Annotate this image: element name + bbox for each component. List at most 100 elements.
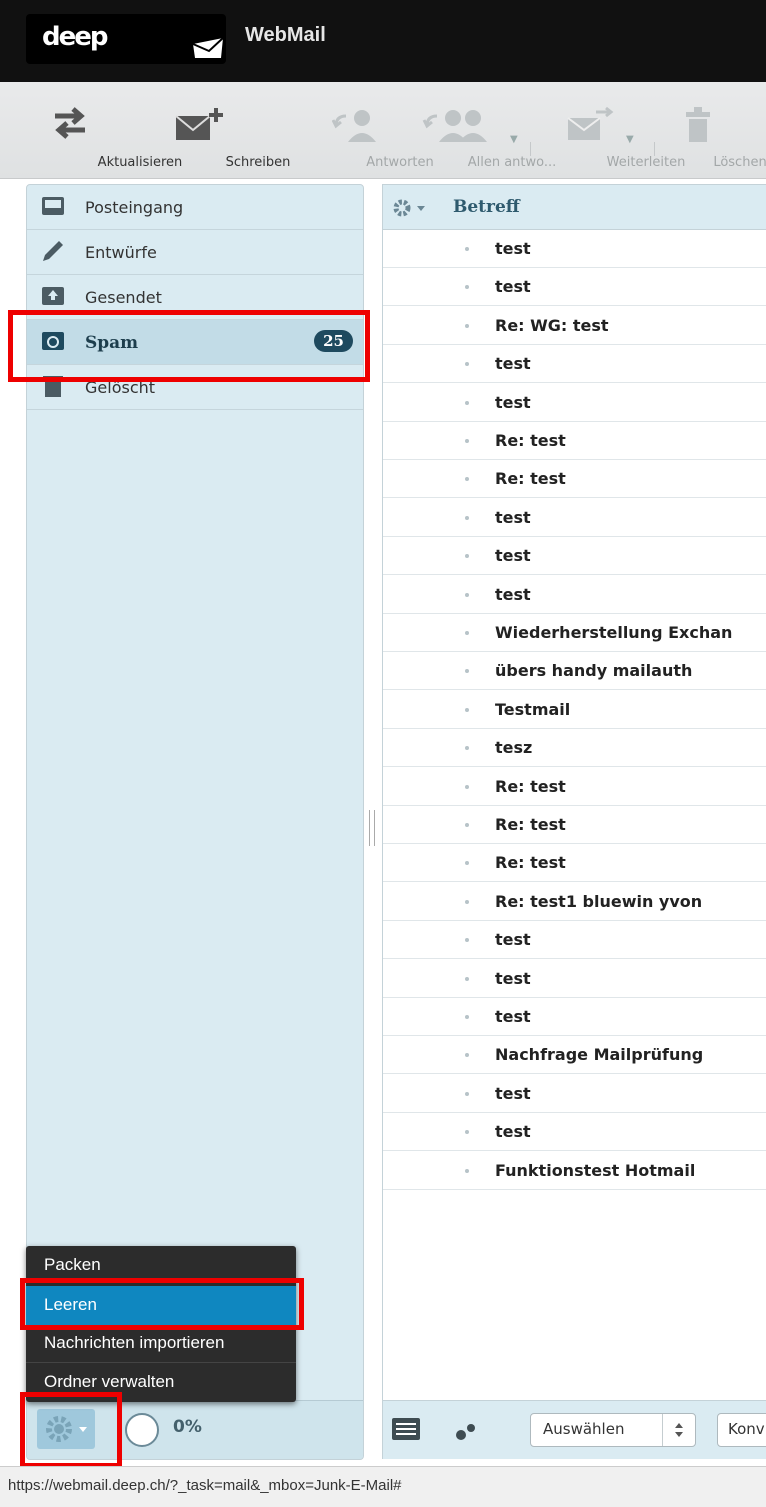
message-row[interactable]: test xyxy=(383,960,766,998)
select-dropdown[interactable]: Auswählen xyxy=(530,1413,696,1447)
delete-button[interactable]: Löschen xyxy=(656,82,766,178)
message-subject: Re: test xyxy=(495,815,566,834)
message-subject: tesz xyxy=(495,738,533,758)
message-subject: test xyxy=(495,1083,531,1103)
threads-label: Konv xyxy=(728,1420,765,1438)
message-subject: übers handy mailauth xyxy=(495,661,693,681)
pane-splitter[interactable] xyxy=(369,810,375,846)
message-row[interactable]: Re: test xyxy=(383,844,766,883)
threads-icon[interactable] xyxy=(451,1419,481,1443)
list-options-gear-icon[interactable] xyxy=(391,197,437,219)
browser-status-bar: https://webmail.deep.ch/?_task=mail&_mbo… xyxy=(0,1466,766,1507)
message-row[interactable]: Re: test1 bluewin yvon xyxy=(383,883,766,921)
message-row[interactable]: Nachfrage Mailprüfung xyxy=(383,1036,766,1075)
message-subject: test xyxy=(495,546,531,566)
unread-dot-icon xyxy=(465,631,469,635)
unread-dot-icon xyxy=(465,439,469,443)
compose-button[interactable]: Schreiben xyxy=(140,82,290,178)
quota-pie-icon xyxy=(125,1413,159,1447)
message-row[interactable]: test xyxy=(383,921,766,960)
toolbar: Aktualisieren Schreiben Antworten Allen … xyxy=(0,82,766,179)
sent-icon xyxy=(42,287,64,305)
unread-dot-icon xyxy=(465,861,469,866)
compose-envelope-icon xyxy=(175,108,223,140)
highlight-box-gear xyxy=(20,1392,122,1468)
list-view-icon[interactable] xyxy=(391,1417,421,1441)
message-subject: Testmail xyxy=(495,699,571,719)
folder-drafts[interactable]: Entwürfe xyxy=(27,230,363,275)
reply-all-dropdown-icon[interactable]: ▼ xyxy=(510,134,518,145)
deep-logo[interactable]: deep xyxy=(26,14,226,64)
unread-dot-icon xyxy=(465,477,469,482)
message-subject: Re: test xyxy=(495,431,566,450)
column-subject[interactable]: Betreff xyxy=(453,197,520,217)
reply-button[interactable]: Antworten xyxy=(310,82,434,178)
updown-arrows-icon xyxy=(662,1414,695,1446)
message-subject: Funktionstest Hotmail xyxy=(495,1160,696,1180)
list-header: Betreff xyxy=(383,185,766,230)
threads-dropdown[interactable]: Konv xyxy=(717,1413,766,1447)
pencil-icon xyxy=(43,241,63,261)
unread-dot-icon xyxy=(465,938,469,943)
unread-dot-icon xyxy=(465,323,469,328)
message-row[interactable]: Funktionstest Hotmail xyxy=(383,1152,766,1190)
message-subject: test xyxy=(495,354,531,374)
menu-item-import[interactable]: Nachrichten importieren xyxy=(26,1324,296,1364)
message-subject: Re: test xyxy=(495,469,566,489)
message-row[interactable]: test xyxy=(383,345,766,384)
folder-name: Posteingang xyxy=(85,198,184,217)
message-row[interactable]: Re: WG: test xyxy=(383,307,766,345)
folder-inbox[interactable]: Posteingang xyxy=(27,185,363,230)
forward-dropdown-icon[interactable]: ▼ xyxy=(626,134,634,145)
message-row[interactable]: test xyxy=(383,384,766,422)
message-subject: test xyxy=(495,968,531,988)
reply-icon xyxy=(332,110,376,142)
forward-button[interactable]: Weiterleiten xyxy=(536,82,685,178)
compose-label: Schreiben xyxy=(225,155,291,170)
message-row[interactable]: Re: test xyxy=(383,768,766,806)
brand-title: WebMail xyxy=(245,24,326,46)
message-row[interactable]: Re: test xyxy=(383,460,766,499)
message-subject: Re: test xyxy=(495,776,566,796)
message-row[interactable]: tesz xyxy=(383,729,766,768)
envelope-logo-icon xyxy=(192,37,224,58)
message-row[interactable]: Wiederherstellung Exchan xyxy=(383,614,766,652)
message-row[interactable]: Re: test xyxy=(383,422,766,460)
forward-icon xyxy=(567,106,614,140)
unread-dot-icon xyxy=(465,669,469,674)
message-row[interactable]: Re: test xyxy=(383,806,766,844)
message-subject: test xyxy=(495,239,531,258)
message-row[interactable]: test xyxy=(383,1113,766,1152)
message-subject: test xyxy=(495,1007,531,1026)
refresh-arrows-icon xyxy=(55,107,85,139)
message-row[interactable]: test xyxy=(383,576,766,614)
unread-dot-icon xyxy=(465,784,469,789)
unread-dot-icon xyxy=(465,515,469,520)
reply-all-button[interactable]: Allen antwo... xyxy=(400,82,556,178)
toolbar-separator xyxy=(654,142,655,156)
unread-dot-icon xyxy=(465,707,469,712)
unread-dot-icon xyxy=(465,899,469,904)
message-row[interactable]: test xyxy=(383,537,766,576)
message-subject: test xyxy=(495,584,531,604)
unread-dot-icon xyxy=(465,1130,469,1135)
refresh-button[interactable]: Aktualisieren xyxy=(0,82,182,178)
folder-name: Gesendet xyxy=(85,288,162,307)
message-subject: Wiederherstellung Exchan xyxy=(495,623,733,642)
list-footer: Auswählen Konv xyxy=(383,1400,766,1459)
message-row[interactable]: test xyxy=(383,998,766,1036)
message-subject: Nachfrage Mailprüfung xyxy=(495,1045,704,1065)
message-row[interactable]: test xyxy=(383,230,766,268)
message-row[interactable]: test xyxy=(383,499,766,537)
unread-dot-icon xyxy=(465,247,469,251)
message-row[interactable]: test xyxy=(383,268,766,307)
message-subject: test xyxy=(495,277,531,297)
message-row[interactable]: übers handy mailauth xyxy=(383,652,766,691)
top-bar: deep WebMail xyxy=(0,0,766,82)
message-row[interactable]: test xyxy=(383,1075,766,1113)
menu-item-label: Nachrichten importieren xyxy=(44,1333,225,1352)
unread-dot-icon xyxy=(465,554,469,559)
message-row[interactable]: Testmail xyxy=(383,691,766,729)
logo-text: deep xyxy=(42,22,108,52)
unread-dot-icon xyxy=(465,592,469,597)
